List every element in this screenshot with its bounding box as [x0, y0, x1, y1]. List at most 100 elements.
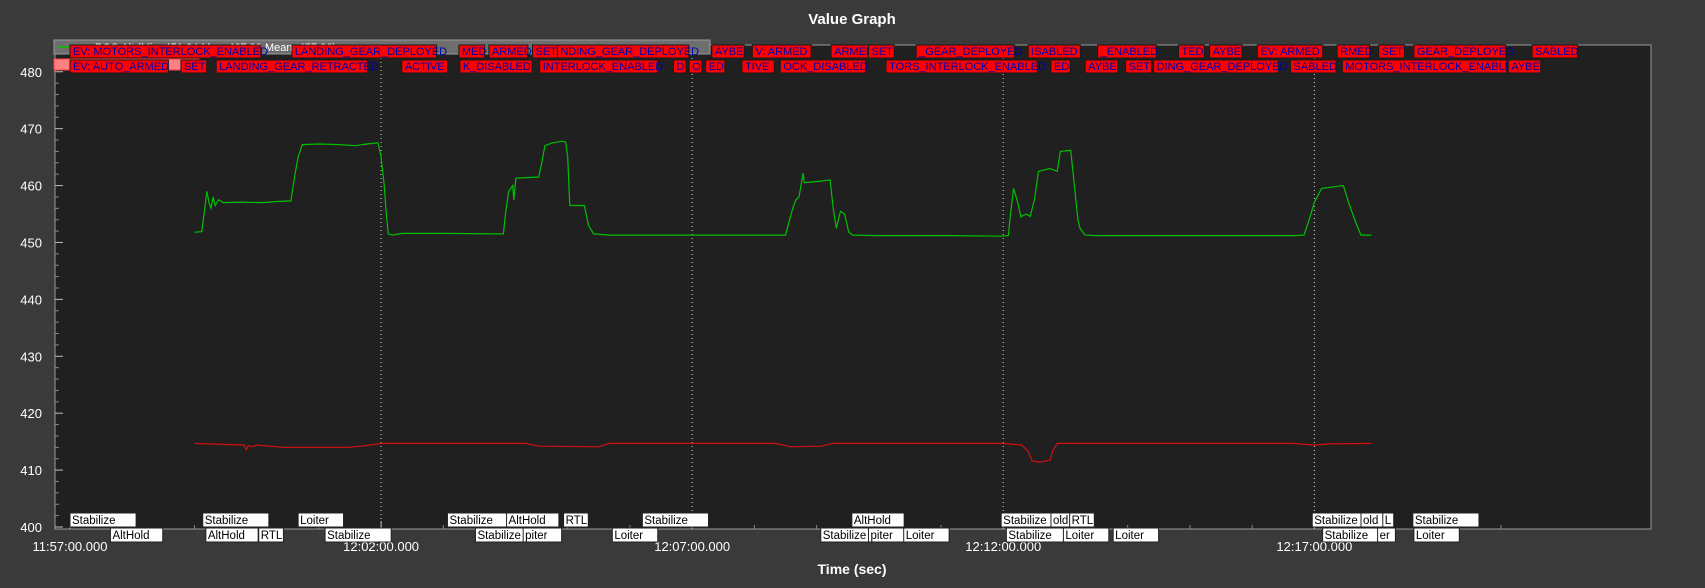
mode-label-text: Stabilize — [477, 530, 520, 542]
y-tick-label: 430 — [20, 349, 42, 364]
event-label: ED — [1050, 59, 1071, 74]
event-label-text: OCK_DISABLED — [783, 61, 867, 73]
mode-label: Stabilize — [1412, 512, 1480, 528]
event-label-text: SABLED — [1535, 46, 1578, 58]
mode-label-text: Stabilize — [1003, 515, 1046, 527]
event-label: TIVE — [741, 59, 775, 74]
mode-label-text: Stabilize — [72, 515, 115, 527]
event-label-text: SET — [871, 46, 893, 58]
mode-label-text: Stabilize — [644, 515, 687, 527]
event-label: NDING_GEAR_DEPLOYED — [556, 44, 699, 59]
event-label-text: INTERLOCK_ENABLED — [543, 61, 663, 73]
event-label: EV: MOTORS_INTERLOCK_ENABLED — [69, 44, 268, 59]
event-label-text: AYBE — [1213, 46, 1242, 58]
mode-label: AltHold — [851, 512, 905, 528]
event-label-text: K_DISABLED — [463, 61, 531, 73]
event-label-text: NDING_GEAR_DEPLOYED — [560, 46, 699, 58]
event-label: ARMED — [488, 44, 532, 59]
event-label: ACTIVE — [401, 59, 448, 74]
event-label: TED — [1178, 44, 1205, 59]
mode-label: Loiter — [903, 527, 950, 543]
mode-label: AltHold — [506, 512, 560, 528]
event-label: AYBE — [1084, 59, 1119, 74]
mode-label-text: AltHold — [854, 515, 891, 527]
mode-label-text: AltHold — [112, 530, 149, 542]
event-label: DING_GEAR_DEPLOYED — [1153, 59, 1287, 74]
mode-label-text: old — [1363, 515, 1378, 527]
mode-label: Loiter — [297, 512, 345, 528]
y-tick-label: 410 — [20, 463, 42, 478]
event-label: SET — [180, 59, 208, 74]
mode-label-text: RTL — [1072, 515, 1094, 527]
mode-label: RTL — [1069, 512, 1095, 528]
event-label-text: SET — [184, 61, 206, 73]
mode-label-text: Stabilize — [327, 530, 370, 542]
event-label: SET — [1378, 44, 1405, 59]
mode-label-text: Loiter — [906, 530, 935, 542]
event-label-text: ISABLED — [1031, 46, 1078, 58]
event-label: SET — [1125, 59, 1152, 74]
mode-label-text: Stabilize — [1314, 515, 1357, 527]
mode-label: RTL — [258, 527, 284, 543]
mode-label: Stabilize — [1005, 527, 1073, 543]
x-axis-title: Time (sec) — [818, 561, 887, 577]
event-label-text: RMED — [1340, 46, 1372, 58]
event-label-text: O — [692, 61, 701, 73]
event-label: MED — [458, 44, 486, 59]
event-label: _ENABLED — [1097, 44, 1158, 59]
mode-label-text: Loiter — [300, 515, 329, 527]
mode-label-text: RTL — [261, 530, 283, 542]
mode-label-text: Stabilize — [1008, 530, 1051, 542]
event-label-text: AYBE — [1088, 61, 1117, 73]
event-label: ED — [705, 59, 726, 74]
chart-title: Value Graph — [808, 11, 896, 28]
mode-label: Stabilize — [641, 512, 710, 528]
plot-area[interactable] — [54, 44, 1652, 530]
event-label: SABLED — [1531, 44, 1579, 59]
event-label-text: ED — [1054, 61, 1069, 73]
mode-label: Stabilize — [446, 512, 515, 528]
event-label: RMED — [1336, 44, 1373, 59]
mode-label-text: Loiter — [1416, 530, 1445, 542]
y-tick-label: 440 — [20, 292, 42, 307]
event-label-text: ARMED — [834, 46, 874, 58]
event-label-text: AYBE — [1511, 61, 1540, 73]
event-label: INTERLOCK_ENABLED — [539, 59, 663, 74]
event-label-text: LANDING_GEAR_DEPLOYED — [295, 46, 447, 58]
event-label-text: EV: AUTO_ARMED — [73, 61, 169, 73]
value-graph-chart[interactable]: Value Graph 400410420430440450460470480 … — [0, 0, 1705, 588]
event-label: ISABLED — [1027, 44, 1081, 59]
event-label-text: LANDING_GEAR_RETRACTED — [219, 61, 379, 73]
event-label: _GEAR_DEPLOYED — [915, 44, 1023, 59]
mode-label-text: Stabilize — [205, 515, 248, 527]
mode-label-text: Stabilize — [1325, 530, 1368, 542]
event-label: AYBE — [1507, 59, 1542, 74]
event-label: MOTORS_INTERLOCK_ENABLED — [1341, 59, 1520, 74]
mode-label: piter — [867, 527, 908, 543]
y-tick-label: 480 — [20, 65, 42, 80]
event-label: TORS_INTERLOCK_ENABLED — [885, 59, 1046, 74]
mode-label-text: Stabilize — [1415, 515, 1458, 527]
event-label-text: ED — [709, 61, 724, 73]
event-label-text: TORS_INTERLOCK_ENABLED — [889, 61, 1046, 73]
event-label: V: ARMED — [751, 44, 812, 59]
mode-label-text: Loiter — [1115, 530, 1144, 542]
mode-label-text: er — [1380, 530, 1390, 542]
event-label: EV: AUTO_ARMED — [69, 59, 169, 74]
event-label: SET — [867, 44, 895, 59]
y-tick-label: 420 — [20, 406, 42, 421]
event-label-text: D — [677, 61, 685, 73]
mode-label: RTL — [563, 512, 589, 528]
mode-label: Loiter — [1413, 527, 1460, 543]
event-label-text: EV: ARMED — [1260, 46, 1320, 58]
mode-label-text: old — [1053, 515, 1068, 527]
event-label: ARMED — [830, 44, 874, 59]
mode-label-text: piter — [525, 530, 548, 542]
mode-label: L — [1382, 512, 1395, 528]
event-label-text: MOTORS_INTERLOCK_ENABLED — [1345, 61, 1520, 73]
event-label: AYBE — [1209, 44, 1243, 59]
event-label: LANDING_GEAR_RETRACTED — [215, 59, 379, 74]
y-tick-label: 450 — [20, 235, 42, 250]
mode-label-text: Loiter — [1065, 530, 1094, 542]
event-label: SET — [531, 44, 559, 59]
